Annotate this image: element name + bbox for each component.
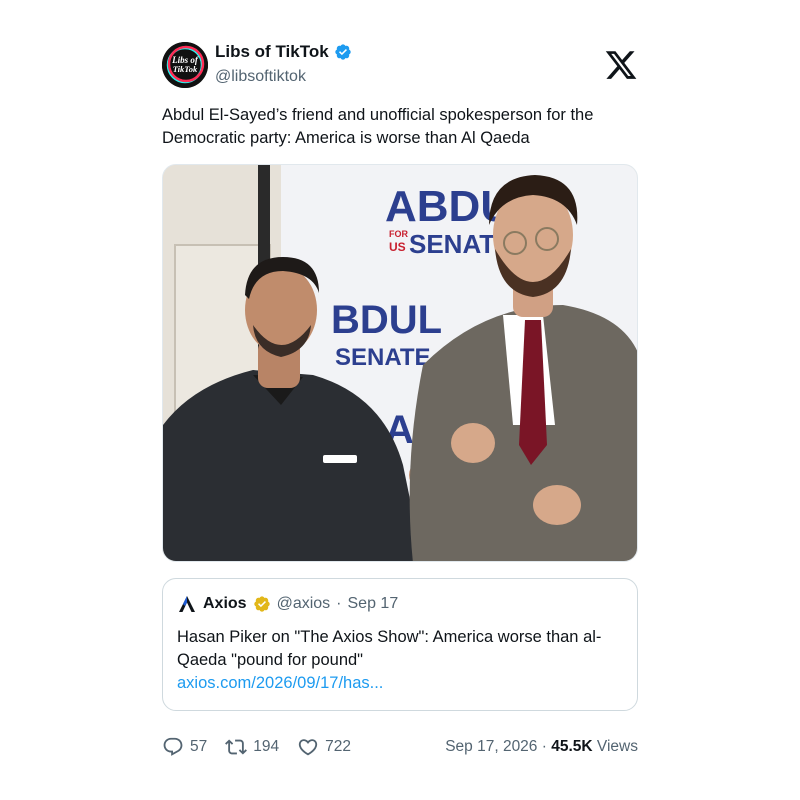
quoted-author-name[interactable]: Axios (203, 595, 247, 613)
quoted-tweet-text: Hasan Piker on "The Axios Show": America… (177, 628, 602, 669)
author-display-name[interactable]: Libs of TikTok (215, 42, 329, 62)
tweet-footer: 57 194 722 Sep 17, 2026 · 45.5K Views (162, 735, 638, 759)
avatar[interactable]: Libs of TikTok (162, 42, 208, 88)
axios-logo-icon (177, 595, 197, 613)
verified-badge-icon (334, 43, 352, 61)
tweet-photo[interactable]: ABDUL FOR US SENATE BDUL SENATE AB UL (162, 164, 638, 562)
name-row: Libs of TikTok (215, 42, 352, 62)
repost-button[interactable]: 194 (225, 736, 279, 758)
like-count: 722 (325, 738, 351, 755)
avatar-image: Libs of TikTok (162, 42, 208, 88)
tweet-text: Abdul El-Sayed’s friend and unofficial s… (162, 106, 594, 147)
reply-icon (163, 737, 183, 756)
author-handle[interactable]: @libsoftiktok (215, 68, 306, 86)
reply-count: 57 (190, 738, 208, 755)
repost-count: 194 (253, 738, 280, 755)
tweet-header: Libs of TikTok Libs of TikTok @libsoftik… (162, 40, 638, 96)
photo-illustration: ABDUL FOR US SENATE BDUL SENATE AB UL (163, 165, 637, 561)
sign-bdul-mid: BDUL (331, 298, 442, 342)
quoted-date[interactable]: Sep 17 (348, 595, 399, 613)
tweet-card: Libs of TikTok Libs of TikTok @libsoftik… (162, 40, 638, 711)
x-logo-icon[interactable] (604, 48, 638, 82)
tweet-meta: Sep 17, 2026 · 45.5K Views (445, 738, 638, 756)
views-label: Views (596, 738, 638, 755)
quoted-tweet-header: Axios @axios · Sep 17 (177, 595, 623, 613)
views-count: 45.5K (551, 738, 593, 755)
repost-icon (225, 739, 248, 755)
meta-separator: · (541, 738, 547, 755)
like-button[interactable]: 722 (297, 736, 351, 758)
tweet-date[interactable]: Sep 17, 2026 (445, 738, 537, 755)
like-icon (298, 739, 318, 756)
reply-button[interactable]: 57 (162, 736, 207, 758)
quoted-separator: · (336, 595, 342, 612)
verified-gold-badge-icon (253, 595, 271, 613)
avatar-logo-text-2: TikTok (173, 64, 198, 74)
quoted-tweet-link[interactable]: axios.com/2026/09/17/has... (177, 672, 623, 695)
sign-for: FOR (389, 229, 408, 239)
sign-us: US (389, 240, 406, 254)
sign-senate-mid: SENATE (335, 344, 431, 371)
quoted-tweet[interactable]: Axios @axios · Sep 17 Hasan Piker on "Th… (162, 578, 638, 711)
quoted-author-handle[interactable]: @axios (277, 595, 331, 613)
